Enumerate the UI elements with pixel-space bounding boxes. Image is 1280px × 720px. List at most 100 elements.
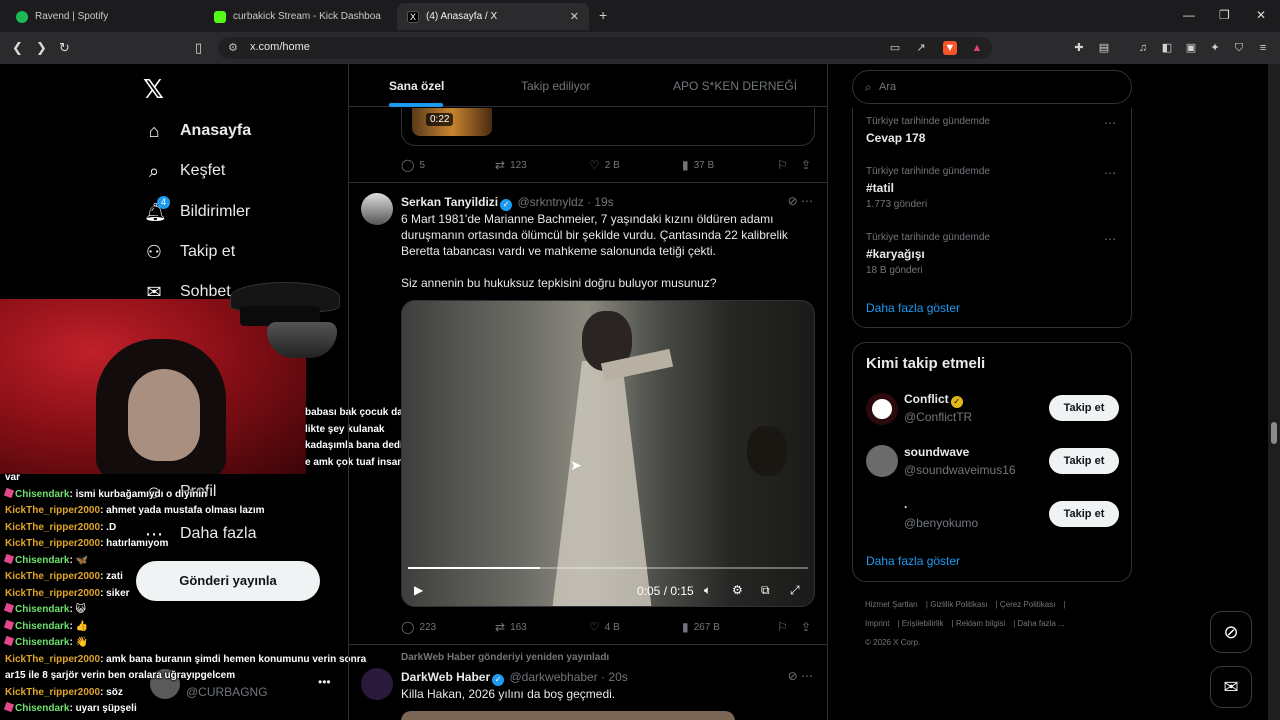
views-button[interactable]: ▮ 37 B: [682, 158, 714, 172]
follow-button[interactable]: Takip et: [1049, 395, 1119, 421]
show-more-link[interactable]: Daha fazla göster: [866, 554, 960, 568]
reading-list-icon[interactable]: ▤: [1097, 41, 1111, 55]
tab-community[interactable]: APO S*KEN DERNEĞİ: [673, 79, 797, 93]
close-window-button[interactable]: ✕: [1256, 8, 1266, 22]
bookmark-button[interactable]: ⚐: [777, 620, 788, 634]
follow-button[interactable]: Takip et: [1049, 501, 1119, 527]
trend-name[interactable]: #tatil: [866, 181, 894, 195]
nav-item-follow[interactable]: ⚇ Takip et: [144, 242, 235, 262]
new-tab-button[interactable]: +: [599, 7, 607, 23]
repost-button[interactable]: ⇄ 123: [495, 158, 527, 172]
wallet-icon[interactable]: ▣: [1184, 41, 1198, 55]
cast-icon[interactable]: ▭: [888, 41, 902, 55]
like-button[interactable]: ♡ 2 B: [589, 158, 620, 172]
chat-username: KickThe_ripper2000: [5, 686, 101, 698]
grok-and-more-icon[interactable]: ⊘ ⋯: [788, 194, 813, 208]
maximize-button[interactable]: ❐: [1219, 8, 1230, 22]
suggested-user-name[interactable]: .: [904, 497, 907, 511]
address-bar[interactable]: ⚙ x.com/home: [218, 37, 992, 59]
grok-button[interactable]: ⊘: [1210, 611, 1252, 653]
avatar[interactable]: [866, 499, 898, 531]
follow-button[interactable]: Takip et: [1049, 448, 1119, 474]
like-button[interactable]: ♡ 4 B: [589, 620, 620, 634]
tab-for-you[interactable]: Sana özel: [389, 79, 444, 93]
bookmark-button[interactable]: ⚐: [777, 158, 788, 172]
reload-icon[interactable]: ↻: [59, 40, 70, 56]
views-button[interactable]: ▮ 267 B: [682, 620, 720, 634]
grok-and-more-icon[interactable]: ⊘ ⋯: [788, 669, 813, 683]
video-progress-bar[interactable]: [408, 567, 808, 569]
play-icon[interactable]: ▶: [414, 583, 423, 597]
leo-ai-icon[interactable]: ✦: [1208, 41, 1222, 55]
browser-toolbar: ❮ ❯ ↻ ▯ ⚙ x.com/home ▭ ↗ ▼ ▲ ✚ ▤ ♫ ◧ ▣ ✦…: [0, 32, 1280, 64]
accessibility-link[interactable]: Erişilebilirlik: [902, 619, 944, 628]
tab-following[interactable]: Takip ediliyor: [521, 79, 590, 93]
share-button[interactable]: ⇪: [801, 620, 811, 634]
brave-shields-icon[interactable]: ▼: [943, 41, 957, 55]
vpn-icon[interactable]: ⛉: [1232, 41, 1246, 55]
search-box[interactable]: ⌕ Ara: [852, 70, 1132, 104]
trend-name[interactable]: #karyağışı: [866, 247, 925, 261]
avatar[interactable]: [866, 445, 898, 477]
pip-icon[interactable]: ⧉: [761, 583, 770, 598]
more-link[interactable]: Daha fazla ...: [1018, 619, 1065, 628]
minimize-button[interactable]: —: [1183, 8, 1195, 22]
author-name[interactable]: Serkan Tanyildizi: [401, 195, 498, 209]
back-icon[interactable]: ❮: [12, 40, 23, 56]
more-icon[interactable]: ⋯: [1104, 116, 1116, 130]
fullscreen-icon[interactable]: ⤢: [790, 583, 800, 598]
nav-item-notifications[interactable]: 🔔︎ 4 Bildirimler: [144, 196, 250, 222]
imprint-link[interactable]: Imprint: [865, 619, 889, 628]
tab-title: (4) Anasayfa / X: [426, 11, 498, 22]
nav-item-home[interactable]: ⌂ Anasayfa: [144, 121, 252, 141]
tab-x-home[interactable]: X (4) Anasayfa / X ✕: [397, 3, 589, 30]
tab-spotify[interactable]: Ravend | Spotify: [6, 3, 202, 30]
repost-context[interactable]: DarkWeb Haber gönderiyi yeniden yayınlad…: [401, 652, 609, 663]
tab-kick[interactable]: curbakick Stream - Kick Dashboa: [204, 3, 394, 30]
tweet-media[interactable]: [401, 711, 735, 720]
cookie-link[interactable]: Çerez Politikası: [1000, 600, 1056, 609]
author-handle[interactable]: @darkwebhaber · 20s: [510, 670, 628, 684]
volume-icon[interactable]: 🔈︎: [704, 583, 711, 598]
messages-button[interactable]: ✉: [1210, 666, 1252, 708]
author-handle[interactable]: @srkntnyldz · 19s: [518, 195, 614, 209]
author-name[interactable]: DarkWeb Haber: [401, 670, 490, 684]
video-thumbnail: 0:22: [412, 108, 492, 136]
terms-link[interactable]: Hizmet Şartları: [865, 600, 918, 609]
brave-rewards-icon[interactable]: ▲: [970, 41, 984, 55]
close-tab-icon[interactable]: ✕: [570, 10, 579, 23]
previous-post-media[interactable]: 0:22: [401, 108, 815, 146]
repost-button[interactable]: ⇄ 163: [495, 620, 527, 634]
share-icon[interactable]: ↗: [914, 41, 928, 55]
music-icon[interactable]: ♫: [1136, 41, 1150, 55]
ads-info-link[interactable]: Reklam bilgisi: [956, 619, 1005, 628]
more-icon[interactable]: ⋯: [1104, 232, 1116, 246]
menu-icon[interactable]: ≡: [1256, 41, 1270, 55]
x-logo[interactable]: 𝕏: [143, 74, 164, 105]
show-more-link[interactable]: Daha fazla göster: [866, 301, 960, 315]
suggested-user-name[interactable]: Conflict ✓: [904, 392, 965, 408]
tweet-header: Serkan Tanyildizi ✓ @srkntnyldz · 19s: [401, 195, 614, 211]
more-icon[interactable]: ⋯: [1104, 166, 1116, 180]
suggested-user-name[interactable]: soundwave: [904, 445, 969, 459]
settings-icon[interactable]: ⚙: [732, 583, 743, 597]
video-player[interactable]: ➤ ▶ 0:05 / 0:15 🔈︎ ⚙ ⧉ ⤢: [401, 300, 815, 607]
reply-button[interactable]: ◯ 223: [401, 620, 436, 634]
scrollbar-thumb[interactable]: [1271, 422, 1277, 444]
bookmark-icon[interactable]: ▯: [195, 40, 202, 56]
share-button[interactable]: ⇪: [801, 158, 811, 172]
site-settings-icon[interactable]: ⚙: [228, 41, 238, 54]
nav-item-explore[interactable]: ⌕ Keşfet: [144, 161, 225, 181]
reply-count: 5: [419, 159, 425, 171]
trend-name[interactable]: Cevap 178: [866, 131, 925, 145]
page-scrollbar[interactable]: [1268, 64, 1280, 720]
author-avatar[interactable]: [361, 668, 393, 700]
extensions-icon[interactable]: ✚: [1072, 41, 1086, 55]
trend-context: Türkiye tarihinde gündemde: [866, 166, 990, 177]
avatar[interactable]: [866, 393, 898, 425]
privacy-link[interactable]: Gizlilik Politikası: [930, 600, 987, 609]
author-avatar[interactable]: [361, 193, 393, 225]
forward-icon[interactable]: ❯: [36, 40, 47, 56]
sidebar-icon[interactable]: ◧: [1160, 41, 1174, 55]
reply-button[interactable]: ◯ 5: [401, 158, 425, 172]
